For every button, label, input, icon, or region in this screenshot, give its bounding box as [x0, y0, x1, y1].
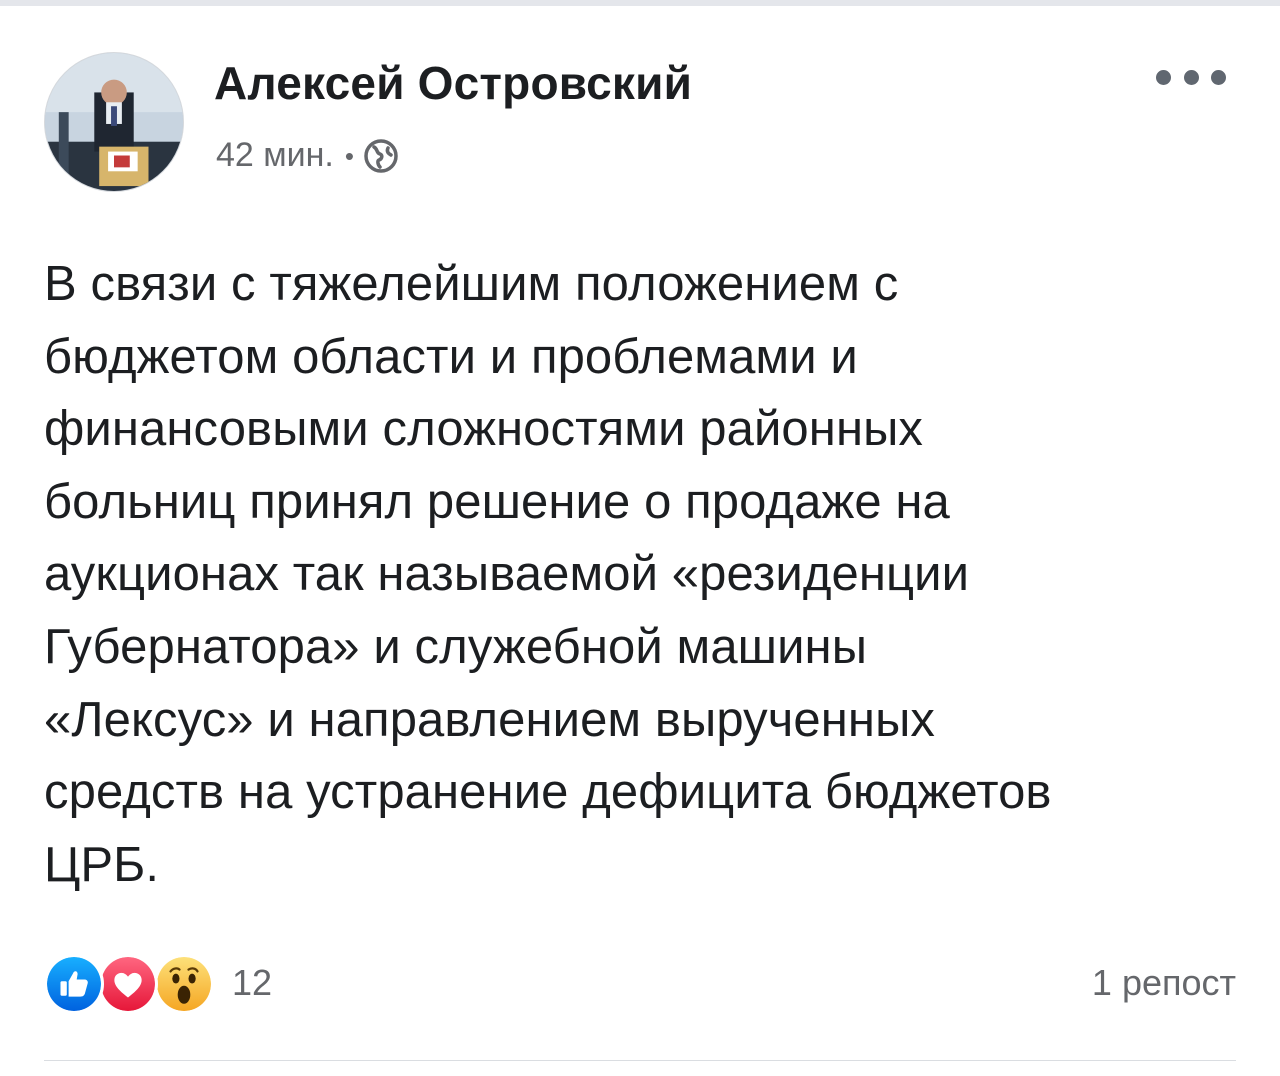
post-text: В связи с тяжелейшим положением с бюджет…	[44, 248, 1244, 901]
post-header: Алексей Островский 42 мин. •	[44, 48, 1236, 198]
meta-separator: •	[344, 140, 354, 171]
top-divider	[0, 0, 1280, 6]
post-timestamp[interactable]: 42 мин.	[216, 136, 334, 175]
more-options-button[interactable]	[1156, 62, 1226, 92]
author-name[interactable]: Алексей Островский	[214, 56, 692, 110]
more-options-icon	[1183, 69, 1199, 85]
wow-icon	[154, 954, 214, 1014]
post-text-line: «Лексус» и направлением вырученных	[44, 692, 935, 747]
post-meta: 42 мин. •	[216, 136, 399, 175]
post-text-line: бюджетом области и проблемами и	[44, 329, 858, 384]
post-text-line: В связи с тяжелейшим положением с	[44, 257, 899, 311]
post-text-line: Губернатора» и служебной машины	[44, 619, 868, 674]
post-text-line: аукционах так называемой «резиденции	[44, 547, 970, 602]
author-avatar[interactable]	[44, 52, 184, 192]
globe-icon[interactable]	[363, 138, 399, 174]
more-options-icon	[1156, 69, 1171, 85]
more-options-icon	[1211, 69, 1226, 85]
post-text-line: больниц принял решение о продаже на	[44, 474, 950, 529]
post-text-line: ЦРБ.	[44, 837, 160, 892]
reaction-count[interactable]: 12	[232, 962, 272, 1004]
post-screen: Алексей Островский 42 мин. • В связи с т…	[0, 0, 1280, 1076]
reaction-icons[interactable]	[44, 954, 219, 1014]
love-icon	[98, 954, 158, 1014]
bottom-divider	[44, 1060, 1236, 1061]
reactions-bar: 12 1 репост	[44, 952, 1236, 1016]
like-icon	[44, 954, 104, 1014]
post-text-line: средств на устранение дефицита бюджетов	[44, 765, 1052, 820]
avatar-photo-icon	[45, 53, 183, 191]
post-text-line: финансовыми сложностями районных	[44, 402, 924, 457]
share-count[interactable]: 1 репост	[1092, 962, 1236, 1004]
